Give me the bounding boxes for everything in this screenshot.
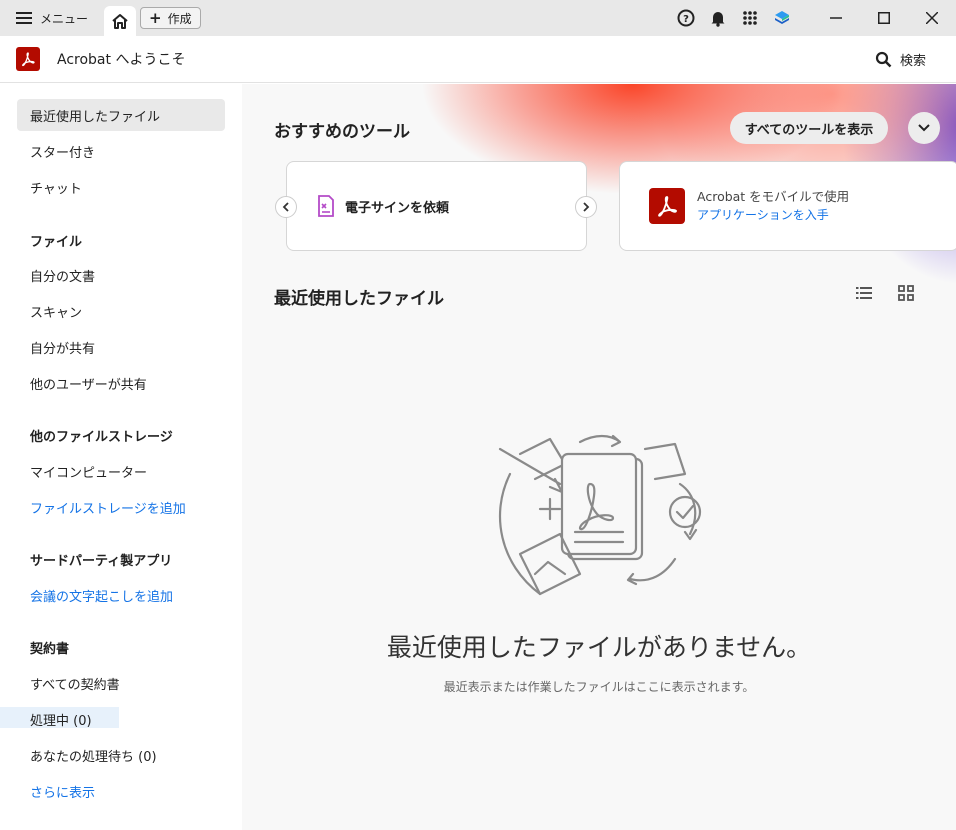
get-app-link[interactable]: アプリケーションを入手 <box>697 206 849 224</box>
acrobat-logo-icon <box>16 47 40 71</box>
view-all-tools-button[interactable]: すべてのツールを表示 <box>730 112 888 144</box>
sidebar-item-in-progress[interactable]: 処理中 (0) <box>17 703 225 735</box>
minimize-icon <box>830 17 842 19</box>
layers-icon[interactable] <box>766 0 798 36</box>
tool-card-label: 電子サインを依頼 <box>345 200 450 216</box>
sidebar-item-starred[interactable]: スター付き <box>17 135 225 167</box>
sidebar-item-scans[interactable]: スキャン <box>17 295 225 327</box>
menu-label: メニュー <box>40 11 89 26</box>
menu-button[interactable]: メニュー <box>0 0 104 36</box>
acrobat-mobile-logo-icon <box>649 188 685 224</box>
svg-text:?: ? <box>683 14 689 25</box>
plus-icon: + <box>149 8 162 27</box>
close-button[interactable] <box>908 0 956 36</box>
tools-section-title: おすすめのツール <box>274 122 410 142</box>
create-button[interactable]: + 作成 <box>140 7 201 29</box>
search-label: 検索 <box>899 54 926 69</box>
grid-view-icon[interactable] <box>897 284 915 302</box>
sidebar-item-shared-by-you[interactable]: 自分が共有 <box>17 331 225 363</box>
collapse-button[interactable] <box>908 112 940 144</box>
mobile-promo-text: Acrobat をモバイルで使用 <box>697 189 850 204</box>
add-transcription-link[interactable]: 会議の文字起こしを追加 <box>17 579 225 611</box>
home-icon <box>112 13 128 29</box>
home-tab[interactable] <box>104 6 137 36</box>
recent-files-title: 最近使用したファイル <box>274 289 444 309</box>
chevron-right-icon <box>583 202 590 212</box>
tool-card-request-signature[interactable]: 電子サインを依頼 <box>286 161 587 251</box>
minimize-button[interactable] <box>812 0 860 36</box>
search-icon <box>875 51 892 68</box>
chevron-left-icon <box>282 202 289 212</box>
show-more-link[interactable]: さらに表示 <box>17 775 225 807</box>
carousel-prev-button[interactable] <box>275 196 297 218</box>
sidebar-item-recent[interactable]: 最近使用したファイル <box>17 99 225 131</box>
sidebar-item-chat[interactable]: チャット <box>17 171 225 203</box>
main-content: おすすめのツール すべてのツールを表示 電子サインを依頼 Acrobat をモバ… <box>242 84 956 830</box>
sidebar: 最近使用したファイル スター付き チャット ファイル 自分の文書 スキャン 自分… <box>0 84 242 830</box>
sidebar-item-waiting-for-you[interactable]: あなたの処理待ち (0) <box>17 739 225 771</box>
sidebar-heading-third-party: サードパーティ製アプリ <box>30 554 173 569</box>
sidebar-item-my-documents[interactable]: 自分の文書 <box>17 259 225 291</box>
apps-grid-icon[interactable] <box>734 0 766 36</box>
carousel-next-button[interactable] <box>575 196 597 218</box>
title-bar: メニュー + 作成 ? <box>0 0 956 36</box>
sidebar-heading-files: ファイル <box>30 235 83 250</box>
sidebar-item-shared-by-others[interactable]: 他のユーザーが共有 <box>17 367 225 399</box>
chevron-down-icon <box>918 124 930 132</box>
hamburger-icon <box>16 12 32 24</box>
sidebar-item-all-agreements[interactable]: すべての契約書 <box>17 667 225 699</box>
empty-files-illustration <box>498 434 702 596</box>
list-view-icon[interactable] <box>855 284 873 302</box>
search-button[interactable]: 検索 <box>875 36 926 83</box>
add-file-storage-link[interactable]: ファイルストレージを追加 <box>17 491 225 523</box>
sidebar-heading-agreements: 契約書 <box>30 642 70 657</box>
create-label: 作成 <box>167 11 192 26</box>
maximize-icon <box>878 12 890 24</box>
sidebar-item-my-computer[interactable]: マイコンピューター <box>17 455 225 487</box>
help-icon[interactable]: ? <box>670 0 702 36</box>
sidebar-heading-other-storage: 他のファイルストレージ <box>30 430 173 445</box>
mobile-promo-card[interactable]: Acrobat をモバイルで使用 アプリケーションを入手 <box>619 161 956 251</box>
empty-state-subtitle: 最近表示または作業したファイルはここに表示されます。 <box>443 680 755 694</box>
page-title: Acrobat へようこそ <box>57 52 186 68</box>
bell-icon[interactable] <box>702 0 734 36</box>
empty-state-title: 最近使用したファイルがありません。 <box>386 633 812 662</box>
app-header: Acrobat へようこそ 検索 <box>0 36 956 83</box>
close-icon <box>926 12 938 24</box>
request-signature-icon <box>318 195 334 217</box>
maximize-button[interactable] <box>860 0 908 36</box>
